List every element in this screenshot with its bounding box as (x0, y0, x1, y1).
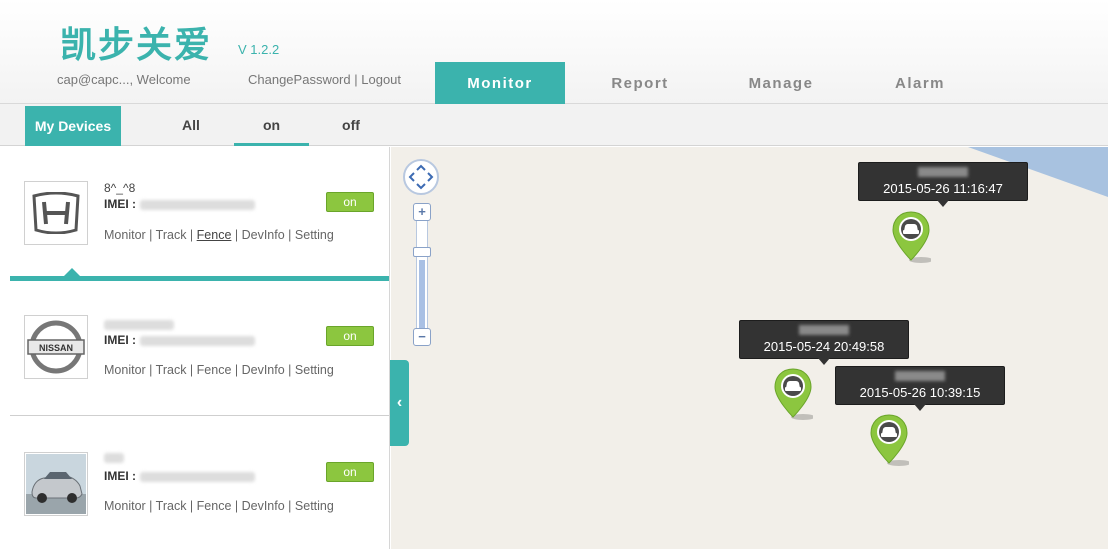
fence-link[interactable]: Fence (197, 363, 232, 377)
device-imei: IMEI : (104, 469, 255, 483)
device-item[interactable]: 8^_^8 IMEI : on Monitor | Track | Fence … (10, 147, 389, 281)
devinfo-link[interactable]: DevInfo (242, 499, 285, 513)
device-imei: IMEI : (104, 197, 255, 211)
device-item[interactable]: NISSAN IMEI : on Monitor | Track | Fence… (10, 281, 389, 416)
chevron-left-icon: ‹ (396, 394, 403, 411)
imei-value-redacted (140, 471, 255, 482)
zoom-in-button[interactable]: + (413, 203, 431, 221)
device-list: 8^_^8 IMEI : on Monitor | Track | Fence … (10, 147, 390, 549)
monitor-link[interactable]: Monitor (104, 363, 146, 377)
name-redacted (104, 319, 174, 330)
nissan-logo-icon: NISSAN (24, 315, 88, 379)
honda-logo-icon (24, 181, 88, 245)
device-name-redacted (918, 167, 968, 177)
car-marker-pin-icon[interactable] (891, 210, 933, 264)
monitor-link[interactable]: Monitor (104, 228, 146, 242)
device-actions: Monitor | Track | Fence | DevInfo | Sett… (104, 363, 334, 377)
collapse-sidebar-button[interactable]: ‹ (390, 360, 409, 446)
fence-link[interactable]: Fence (197, 228, 232, 242)
devinfo-link[interactable]: DevInfo (242, 363, 285, 377)
zoom-slider-handle[interactable] (413, 247, 431, 257)
nissan-logo-text: NISSAN (39, 343, 73, 353)
filter-off[interactable]: off (320, 104, 382, 146)
tab-report[interactable]: Report (575, 62, 705, 104)
setting-link[interactable]: Setting (295, 228, 334, 242)
header: 凯步关爱 V 1.2.2 cap@capc..., Welcome Change… (0, 0, 1108, 104)
my-devices-tab[interactable]: My Devices (25, 106, 121, 146)
device-imei: IMEI : (104, 333, 255, 347)
app-version: V 1.2.2 (238, 42, 280, 57)
tab-alarm[interactable]: Alarm (855, 62, 985, 104)
map-view[interactable]: + − 2015-05-26 11:16:47 2015-05-24 20:49… (391, 147, 1108, 549)
selected-indicator (64, 268, 80, 276)
app-logo: 凯步关爱 (60, 25, 213, 66)
car-marker-pin-icon[interactable] (773, 367, 815, 421)
zoom-out-button[interactable]: − (413, 328, 431, 346)
marker-tooltip: 2015-05-26 10:39:15 (835, 366, 1005, 411)
track-link[interactable]: Track (156, 363, 187, 377)
device-item[interactable]: IMEI : on Monitor | Track | Fence | DevI… (10, 416, 389, 549)
account-links: ChangePassword | Logout (248, 72, 401, 87)
imei-value-redacted (140, 199, 255, 210)
marker-tooltip: 2015-05-26 11:16:47 (858, 162, 1028, 207)
monitor-link[interactable]: Monitor (104, 499, 146, 513)
status-badge[interactable]: on (326, 326, 374, 346)
device-name (104, 317, 174, 331)
tab-manage[interactable]: Manage (716, 62, 846, 104)
fence-link[interactable]: Fence (197, 499, 232, 513)
device-name-redacted (895, 371, 945, 381)
device-filter-bar: My Devices All on off (0, 104, 1108, 146)
pan-control[interactable] (403, 159, 439, 195)
device-name-redacted (799, 325, 849, 335)
setting-link[interactable]: Setting (295, 363, 334, 377)
device-name (104, 450, 124, 464)
logout-link[interactable]: Logout (361, 72, 401, 87)
filter-all[interactable]: All (160, 104, 222, 146)
car-marker-pin-icon[interactable] (869, 413, 911, 467)
pan-arrows-icon (408, 164, 434, 190)
track-link[interactable]: Track (156, 228, 187, 242)
car-photo-icon (24, 452, 88, 516)
setting-link[interactable]: Setting (295, 499, 334, 513)
tab-monitor[interactable]: Monitor (435, 62, 565, 104)
marker-tooltip: 2015-05-24 20:49:58 (739, 320, 909, 365)
marker-timestamp: 2015-05-24 20:49:58 (763, 339, 885, 354)
imei-label: IMEI : (104, 197, 136, 211)
devinfo-link[interactable]: DevInfo (242, 228, 285, 242)
name-redacted (104, 452, 124, 463)
welcome-text: cap@capc..., Welcome (57, 72, 191, 87)
device-name: 8^_^8 (104, 181, 136, 195)
link-separator: | (354, 72, 358, 87)
status-badge[interactable]: on (326, 462, 374, 482)
zoom-track[interactable] (416, 203, 428, 343)
filter-on[interactable]: on (234, 104, 309, 146)
marker-timestamp: 2015-05-26 11:16:47 (883, 181, 1003, 196)
imei-value-redacted (140, 335, 255, 346)
track-link[interactable]: Track (156, 499, 187, 513)
device-actions: Monitor | Track | Fence | DevInfo | Sett… (104, 228, 334, 242)
marker-timestamp: 2015-05-26 10:39:15 (859, 385, 981, 400)
device-actions: Monitor | Track | Fence | DevInfo | Sett… (104, 499, 334, 513)
imei-label: IMEI : (104, 469, 136, 483)
change-password-link[interactable]: ChangePassword (248, 72, 351, 87)
imei-label: IMEI : (104, 333, 136, 347)
status-badge[interactable]: on (326, 192, 374, 212)
